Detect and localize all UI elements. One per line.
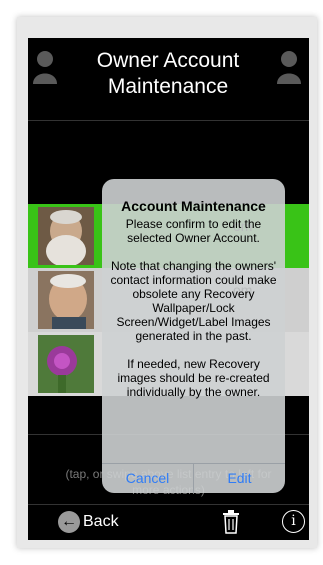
owner-photo [38, 335, 94, 393]
owner-photo [38, 271, 94, 329]
user-silhouette-icon[interactable] [32, 50, 58, 84]
cancel-button[interactable]: Cancel [102, 464, 193, 493]
trash-icon[interactable] [221, 510, 241, 534]
back-arrow-icon[interactable]: ← [58, 511, 80, 533]
bottom-toolbar: ← Back i [28, 504, 309, 540]
page-title: Owner Account Maintenance [68, 48, 268, 100]
dialog-message: Please confirm to edit the selected Owne… [110, 217, 277, 399]
app-screen: Owner Account Maintenance om om [28, 38, 309, 540]
page-title-line1: Owner Account [96, 49, 240, 72]
page-title-line2: Maintenance [107, 75, 229, 98]
header-divider [28, 120, 309, 121]
edit-button[interactable]: Edit [194, 464, 285, 493]
back-button[interactable]: Back [83, 513, 119, 531]
info-icon[interactable]: i [282, 510, 305, 533]
owner-photo [38, 207, 94, 265]
dialog-title: Account Maintenance [121, 198, 266, 214]
confirm-dialog: Account Maintenance Please confirm to ed… [102, 179, 285, 493]
user-silhouette-icon[interactable] [276, 50, 302, 84]
